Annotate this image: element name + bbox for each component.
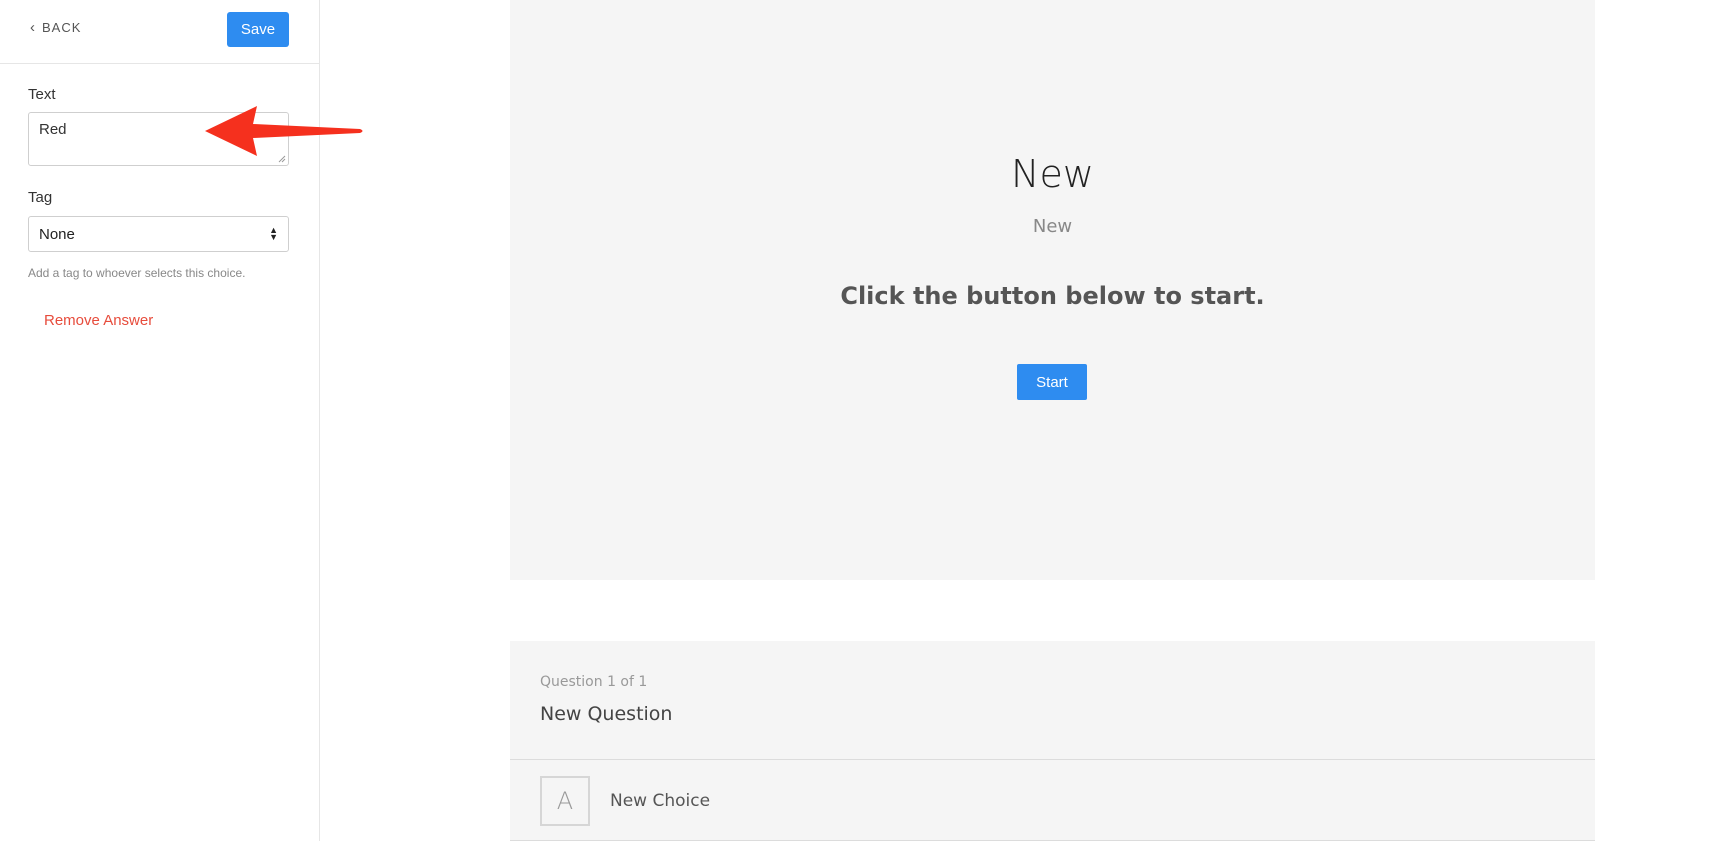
remove-answer-link[interactable]: Remove Answer	[44, 312, 153, 329]
quiz-title: New	[1011, 152, 1094, 196]
tag-select[interactable]: None ▲ ▼	[28, 216, 289, 252]
sidebar-header: ‹ BACK Save	[0, 0, 319, 64]
tag-help-text: Add a tag to whoever selects this choice…	[28, 266, 246, 280]
tag-select-value: None	[39, 225, 75, 243]
choice-letter-badge: A	[540, 775, 590, 826]
annotation-arrow-icon	[205, 106, 363, 156]
quiz-instruction: Click the button below to start.	[840, 282, 1265, 310]
back-label: BACK	[42, 20, 82, 35]
quiz-intro-card: New New Click the button below to start.…	[510, 0, 1595, 580]
select-updown-icon: ▲ ▼	[269, 225, 278, 242]
start-button[interactable]: Start	[1017, 364, 1087, 400]
choice-label: New Choice	[610, 790, 711, 811]
quiz-subtitle: New	[1032, 216, 1073, 237]
chevron-left-icon: ‹	[30, 19, 36, 36]
back-link[interactable]: ‹ BACK	[30, 20, 81, 35]
text-field-label: Text	[28, 86, 56, 103]
question-text: New Question	[540, 703, 673, 725]
save-button[interactable]: Save	[227, 12, 289, 47]
question-card: Question 1 of 1 New Question A New Choic…	[510, 641, 1595, 841]
answer-text-value: Red	[39, 121, 67, 138]
question-counter: Question 1 of 1	[540, 674, 648, 690]
tag-field-label: Tag	[28, 189, 53, 206]
choice-item[interactable]: A New Choice	[510, 760, 1595, 841]
